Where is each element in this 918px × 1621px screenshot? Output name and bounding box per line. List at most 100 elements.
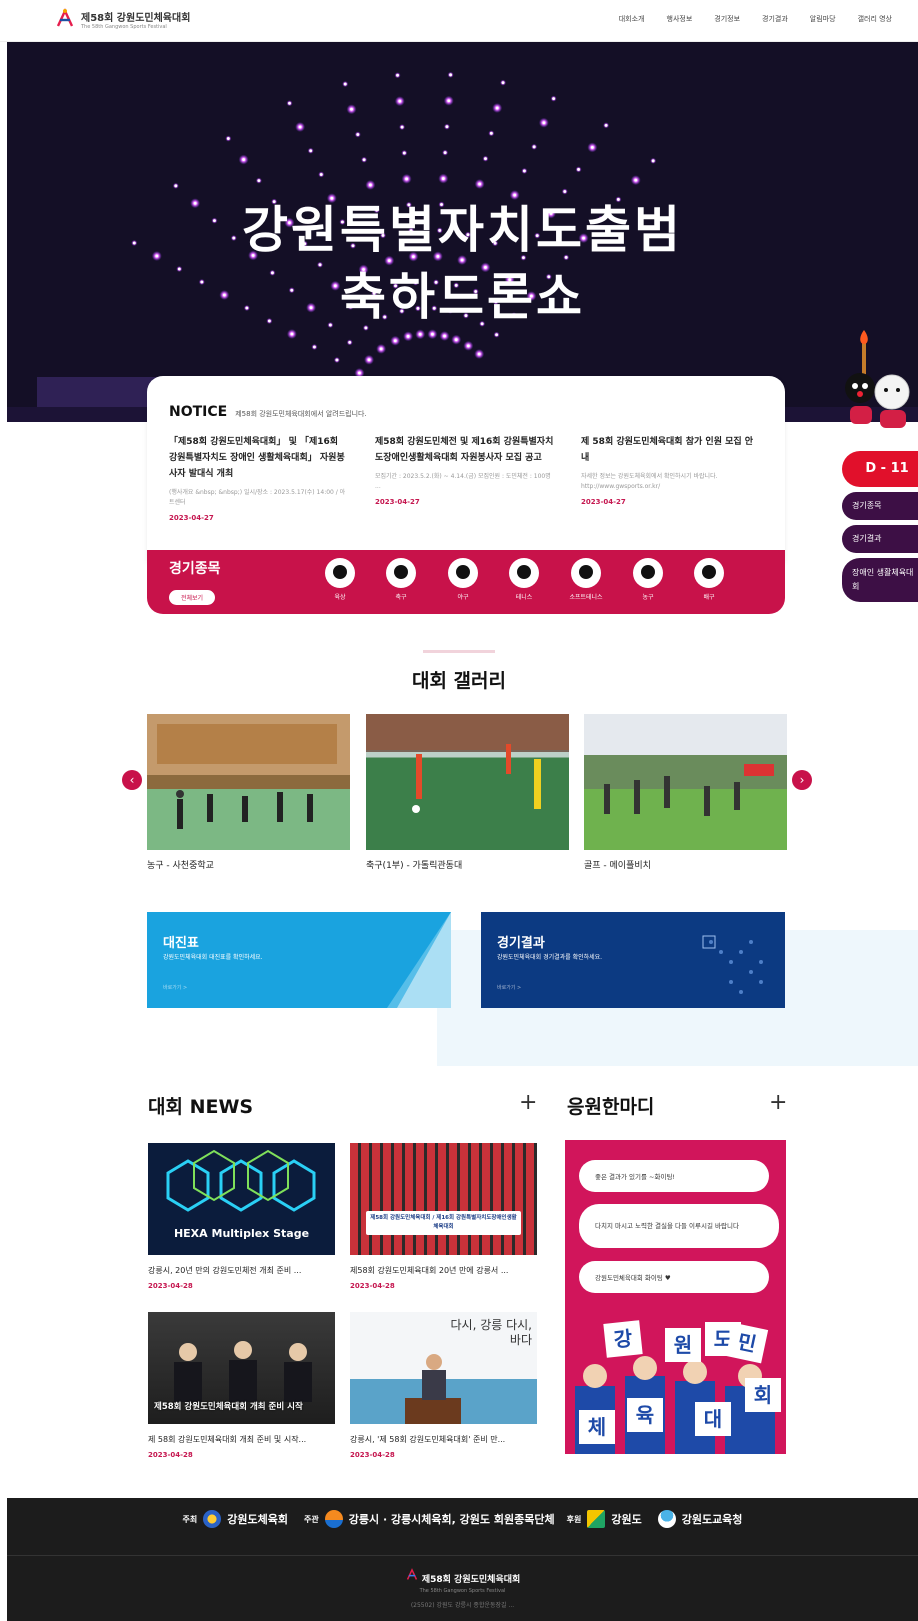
results-title: 경기결과: [497, 936, 545, 951]
nav-item-notice[interactable]: 알림마당: [810, 14, 836, 24]
sponsor-name-1: 강원도: [611, 1513, 642, 1526]
site-logo[interactable]: 제58회 강원도민체육대회 The 58th Gangwon Sports Fe…: [54, 8, 190, 30]
news-card[interactable]: HEXA Multiplex Stage 강릉시, 20년 만의 강원도민체전 …: [148, 1143, 335, 1290]
quick-menu: D - 11 경기종목 경기결과 장애인 생활체육대회: [842, 451, 918, 607]
news-thumb-caption: HEXA Multiplex Stage: [173, 1227, 310, 1240]
sport-item-tennis[interactable]: 테니스: [504, 558, 544, 601]
sport-item-athletics[interactable]: 육상: [320, 558, 360, 601]
sport-mascot-icon: [325, 558, 355, 588]
gallery-card[interactable]: 골프 - 메이플비치: [584, 714, 787, 871]
gangneung-icon: [324, 1510, 343, 1528]
news-card[interactable]: 다시, 강릉 다시, 바다 강릉시, '제 58회 강원도민체육대회' 준비 만…: [350, 1312, 537, 1459]
cheer-title: 응원한마디: [567, 1096, 655, 1118]
sport-item-soft-tennis[interactable]: 소프트테니스: [566, 558, 606, 601]
cheer-letter: 원: [665, 1328, 701, 1362]
bracket-banner[interactable]: 대진표 강원도민체육대회 대진표를 확인하세요. 바로가기 >: [147, 912, 451, 1008]
notice-panel: NOTICE 제58회 강원도민체육대회에서 알려드립니다. 「제58회 강원도…: [147, 376, 785, 561]
gallery-card[interactable]: 축구(1부) - 가톨릭관동대: [366, 714, 569, 871]
quick-menu-sports[interactable]: 경기종목: [842, 492, 918, 520]
quick-menu-results[interactable]: 경기결과: [842, 525, 918, 553]
quick-menu-disabled-festival[interactable]: 장애인 생활체육대회: [842, 558, 918, 602]
notice-item-summary: 자세한 정보는 강원도체육회에서 확인하시기 바랍니다. http://www.…: [581, 473, 718, 490]
gallery-card[interactable]: 농구 - 사천중학교: [147, 714, 350, 871]
sport-item-basketball[interactable]: 농구: [628, 558, 668, 601]
section-divider: [423, 650, 495, 653]
hero-title-line2: 축하드론쇼: [340, 268, 585, 326]
notice-item[interactable]: 제 58회 강원도민체육대회 참가 인원 모집 안내 자세한 정보는 강원도체육…: [581, 434, 761, 506]
news-thumbnail: 제58회 강원도민체육대회 / 제16회 강원특별자치도장애인생활체육대회: [350, 1143, 537, 1255]
nav-item-gallery[interactable]: 갤러리 영상: [858, 14, 892, 24]
cheer-board: 좋은 결과가 있기를 ~화이팅! 다치지 마시고 노력한 결실을 다들 이루시길…: [565, 1140, 786, 1454]
notice-item-summary: (행사개요 &nbsp; &nbsp;) 일시/장소 : 2023.5.17(수…: [169, 489, 346, 506]
sport-mascot-icon: [386, 558, 416, 588]
organizer-name: 강릉시 · 강릉시체육회, 강원도 회원종목단체: [348, 1513, 555, 1526]
gallery-caption: 농구 - 사천중학교: [147, 861, 214, 871]
news-card-title: 강릉시, 20년 만의 강원도민체전 개최 준비 ...: [148, 1266, 302, 1275]
nav-item-about[interactable]: 대회소개: [619, 14, 645, 24]
sport-item-baseball[interactable]: 야구: [443, 558, 483, 601]
notice-title: NOTICE: [169, 404, 228, 420]
cheer-letter: 민: [725, 1322, 769, 1364]
sport-mascot-icon: [448, 558, 478, 588]
host-name: 강원도체육회: [227, 1513, 289, 1526]
footer-logo-sub: The 58th Gangwon Sports Festival: [419, 1588, 506, 1594]
gallery-next-button[interactable]: ›: [792, 770, 812, 790]
bracket-more-link[interactable]: 바로가기 >: [163, 984, 187, 991]
hero-banner: 강원특별자치도출범 축하드론쇼: [7, 42, 918, 422]
notice-item-title: 「제58회 강원도민체육대회」 및 「제16회 강원특별자치도 장애인 생활체육…: [169, 437, 345, 479]
bracket-title: 대진표: [163, 936, 199, 951]
nav-item-events[interactable]: 행사정보: [667, 14, 693, 24]
education-office-icon: [657, 1510, 676, 1528]
view-all-button[interactable]: 전체보기: [169, 590, 216, 605]
hero-title-line1: 강원특별자치도출범: [242, 201, 683, 259]
notice-item[interactable]: 제58회 강원도민체전 및 제16회 강원특별자치도장애인생활체육대회 자원봉사…: [375, 434, 555, 506]
sport-mascot-icon: [694, 558, 724, 588]
results-banner[interactable]: 경기결과 강원도민체육대회 경기결과를 확인하세요. 바로가기 >: [481, 912, 785, 1008]
cheer-letter: 대: [695, 1402, 731, 1436]
cheer-letter: 강: [603, 1320, 643, 1358]
news-card[interactable]: 제58회 강원도민체육대회 개최 준비 시작 제 58회 강원도민체육대회 개최…: [148, 1312, 335, 1459]
dday-badge: D - 11: [842, 451, 918, 487]
gallery-photo-golf: [584, 714, 787, 850]
gallery-caption: 축구(1부) - 가톨릭관동대: [366, 861, 463, 871]
results-more-link[interactable]: 바로가기 >: [497, 984, 521, 991]
news-thumb-caption: 제58회 강원도민체육대회 개최 준비 시작: [154, 1402, 303, 1412]
footer-address: (25502) 강원도 강릉시 종합운동장길 ...: [410, 1602, 515, 1609]
news-thumbnail: HEXA Multiplex Stage: [148, 1143, 335, 1255]
news-card-title: 제 58회 강원도민체육대회 개최 준비 및 시작...: [148, 1435, 307, 1444]
news-thumbnail: 다시, 강릉 다시, 바다: [350, 1312, 537, 1424]
logo-title: 제58회 강원도민체육대회: [81, 12, 191, 24]
cheer-more-plus-icon[interactable]: +: [769, 1090, 787, 1115]
notice-item-title: 제 58회 강원도민체육대회 참가 인원 모집 안내: [581, 437, 754, 463]
cheer-letter: 체: [579, 1410, 615, 1444]
notice-item-title: 제58회 강원도민체전 및 제16회 강원특별자치도장애인생활체육대회 자원봉사…: [375, 437, 554, 463]
nav-item-games[interactable]: 경기정보: [714, 14, 740, 24]
host-label: 주최: [182, 1514, 198, 1524]
cheer-message[interactable]: 다치지 마시고 노력한 결실을 다들 이루시길 바랍니다: [579, 1204, 779, 1248]
news-card[interactable]: 제58회 강원도민체육대회 / 제16회 강원특별자치도장애인생활체육대회 제5…: [350, 1143, 537, 1290]
gangwon-province-icon: [587, 1510, 606, 1528]
main-nav: 대회소개 행사정보 경기정보 경기결과 알림마당 갤러리 영상: [619, 14, 892, 24]
gallery-title: 대회 갤러리: [411, 670, 506, 692]
news-more-plus-icon[interactable]: +: [519, 1090, 537, 1115]
festival-logo-icon: [54, 8, 76, 30]
news-card-date: 2023-04-28: [148, 1282, 193, 1290]
site-header: 제58회 강원도민체육대회 The 58th Gangwon Sports Fe…: [0, 0, 918, 42]
nav-item-results[interactable]: 경기결과: [762, 14, 788, 24]
notice-item[interactable]: 「제58회 강원도민체육대회」 및 「제16회 강원특별자치도 장애인 생활체육…: [169, 434, 349, 522]
sport-item-soccer[interactable]: 축구: [381, 558, 421, 601]
footer-divider: [7, 1555, 918, 1556]
sports-title: 경기종목: [169, 561, 221, 577]
news-card-title: 제58회 강원도민체육대회 20년 만에 강릉서 ...: [350, 1266, 509, 1275]
sports-bar: 경기종목 전체보기 육상 축구 야구 테니스 소프트테니스 농구 배구: [147, 550, 785, 614]
news-thumb-caption: 다시, 강릉 다시, 바다: [450, 1318, 533, 1347]
notice-subtitle: 제58회 강원도민체육대회에서 알려드립니다.: [235, 410, 367, 418]
cheer-message[interactable]: 강원도민체육대회 화이팅 ♥: [579, 1261, 769, 1293]
cheer-message[interactable]: 좋은 결과가 있기를 ~화이팅!: [579, 1160, 769, 1192]
gallery-prev-button[interactable]: ‹: [122, 770, 142, 790]
sport-item-volleyball[interactable]: 배구: [689, 558, 729, 601]
news-card-date: 2023-04-28: [148, 1451, 193, 1459]
sport-mascot-icon: [571, 558, 601, 588]
notice-item-summary: 모집기간 : 2023.5.2.(화) ~ 4.14.(금) 모집인원 : 도민…: [375, 473, 551, 490]
sport-mascot-icon: [509, 558, 539, 588]
